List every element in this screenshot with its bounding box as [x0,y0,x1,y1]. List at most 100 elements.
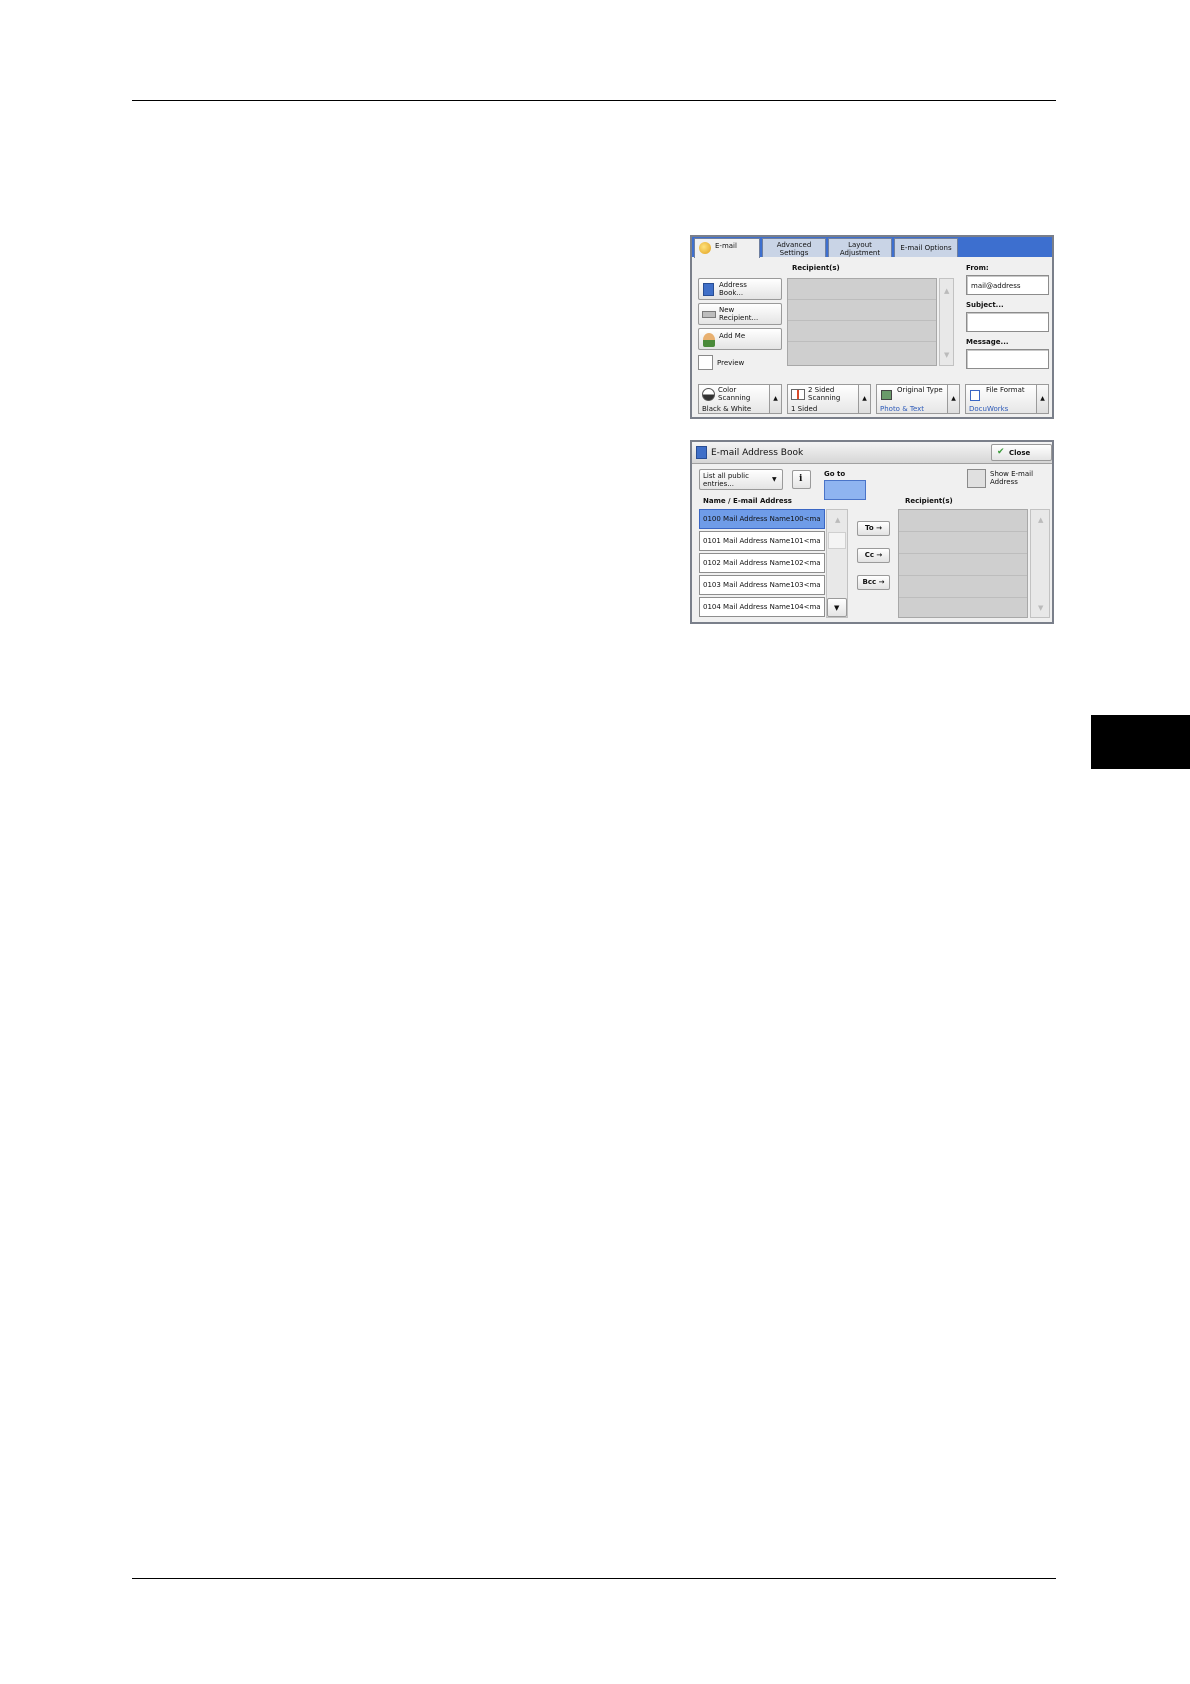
two-sided-arrow-icon[interactable]: ▲ [859,384,871,414]
recipient-scrollbar[interactable]: ▲ ▼ [939,278,954,366]
email-icon [699,242,711,254]
bcc-button[interactable]: Bcc → [857,575,890,590]
address-book-icon [696,446,707,459]
scroll-up-icon: ▲ [835,516,841,524]
original-type-icon [881,390,892,400]
color-scanning-label: Color Scanning [718,386,751,402]
recipient-row [788,300,936,321]
from-label: From: [966,264,989,272]
recipients-header: Recipient(s) [792,264,840,272]
scroll-down-icon: ▼ [1038,604,1044,612]
color-scanning-icon [702,388,715,401]
recipient-row [899,510,1027,532]
check-icon: ✔ [997,447,1005,457]
recipient-row [899,576,1027,598]
color-scanning-arrow-icon[interactable]: ▲ [770,384,782,414]
tab-bar: E-mail Advanced Settings Layout Adjustme… [692,237,1052,258]
list-item[interactable]: 0103 Mail Address Name103<ma [699,575,825,595]
info-icon: i [799,474,803,484]
tab-email-label: E-mail [715,242,737,250]
scroll-up-icon: ▲ [944,287,950,295]
tab-layout-adjustment[interactable]: Layout Adjustment [828,238,892,257]
scroll-down-icon: ▼ [944,351,950,359]
file-format-button[interactable]: File Format DocuWorks ▲ [965,384,1049,414]
close-button[interactable]: ✔ Close [991,444,1052,461]
scroll-down-button[interactable]: ▼ [827,598,847,617]
show-email-checkbox[interactable] [967,469,986,488]
color-scanning-button[interactable]: Color Scanning Black & White ▲ [698,384,782,414]
recipient-row [788,342,936,363]
tab-advanced-settings[interactable]: Advanced Settings [762,238,826,257]
person-icon [703,333,715,347]
recipient-row [899,554,1027,576]
list-select-dropdown[interactable]: List all public entries... ▼ [699,469,783,490]
original-type-arrow-icon[interactable]: ▲ [948,384,960,414]
address-book-button[interactable]: Address Book... [698,278,782,300]
file-format-label: File Format [986,386,1025,394]
new-recipient-button[interactable]: New Recipient... [698,303,782,325]
goto-field[interactable] [824,480,866,500]
tab-email-options-label: E-mail Options [900,244,952,252]
file-format-arrow-icon[interactable]: ▲ [1037,384,1049,414]
tab-email-options[interactable]: E-mail Options [894,238,958,257]
two-sided-scanning-face: 2 Sided Scanning 1 Sided [787,384,859,414]
recipient-scrollbar[interactable]: ▲ ▼ [1030,509,1050,618]
file-format-face: File Format DocuWorks [965,384,1037,414]
scroll-up-icon: ▲ [1038,516,1044,524]
list-select-value: List all public entries... [703,472,749,488]
scroll-thumb[interactable] [828,532,846,549]
recipient-row [899,598,1027,620]
subject-label: Subject... [966,301,1004,309]
address-book-label: Address Book... [719,281,747,297]
keyboard-icon [702,311,716,318]
footer-rule [132,1578,1056,1579]
name-header: Name / E-mail Address [703,497,792,505]
list-item[interactable]: 0101 Mail Address Name101<ma [699,531,825,551]
preview-label: Preview [717,359,745,367]
close-label: Close [1009,449,1031,457]
goto-label: Go to [824,470,846,478]
to-button[interactable]: To → [857,521,890,536]
original-type-button[interactable]: Original Type Photo & Text ▲ [876,384,960,414]
recipient-row [788,321,936,342]
selected-recipient-list[interactable] [898,509,1028,618]
info-button[interactable]: i [792,470,811,489]
chevron-down-icon: ▼ [772,476,777,483]
scroll-down-icon: ▼ [834,604,840,612]
add-me-button[interactable]: Add Me [698,328,782,350]
color-scanning-value: Black & White [702,405,752,413]
recipient-list[interactable] [787,278,937,366]
two-sided-scanning-label: 2 Sided Scanning [808,386,841,402]
tab-advanced-settings-label: Advanced Settings [776,241,812,257]
color-scanning-face: Color Scanning Black & White [698,384,770,414]
from-value: mail@address [971,282,1021,290]
two-sided-icon [791,389,805,400]
list-item[interactable]: 0102 Mail Address Name102<ma [699,553,825,573]
header-rule [132,100,1056,101]
entry-scrollbar[interactable]: ▲ ▼ [826,509,848,618]
list-item[interactable]: 0104 Mail Address Name104<ma [699,597,825,617]
preview-checkbox[interactable] [698,355,713,370]
recipient-row [899,532,1027,554]
tab-layout-adjustment-label: Layout Adjustment [839,241,881,257]
add-me-label: Add Me [719,332,746,340]
book-recipients-header: Recipient(s) [905,497,953,505]
subject-field[interactable] [966,312,1049,332]
original-type-value: Photo & Text [880,405,925,413]
file-format-icon [970,390,980,401]
message-field[interactable] [966,349,1049,369]
cc-button[interactable]: Cc → [857,548,890,563]
file-format-value: DocuWorks [969,405,1009,413]
email-screen: E-mail Advanced Settings Layout Adjustme… [690,235,1054,419]
two-sided-scanning-button[interactable]: 2 Sided Scanning 1 Sided ▲ [787,384,871,414]
title-bar: E-mail Address Book ✔ Close [692,442,1052,464]
show-email-label: Show E-mail Address [990,470,1034,486]
two-sided-scanning-value: 1 Sided [791,405,818,413]
list-item[interactable]: 0100 Mail Address Name100<ma [699,509,825,529]
from-field[interactable]: mail@address [966,275,1049,295]
tab-email[interactable]: E-mail [694,238,760,258]
address-book-icon [703,283,714,296]
address-book-title: E-mail Address Book [711,448,804,458]
email-address-book-screen: E-mail Address Book ✔ Close List all pub… [690,440,1054,624]
original-type-label: Original Type [897,386,943,394]
